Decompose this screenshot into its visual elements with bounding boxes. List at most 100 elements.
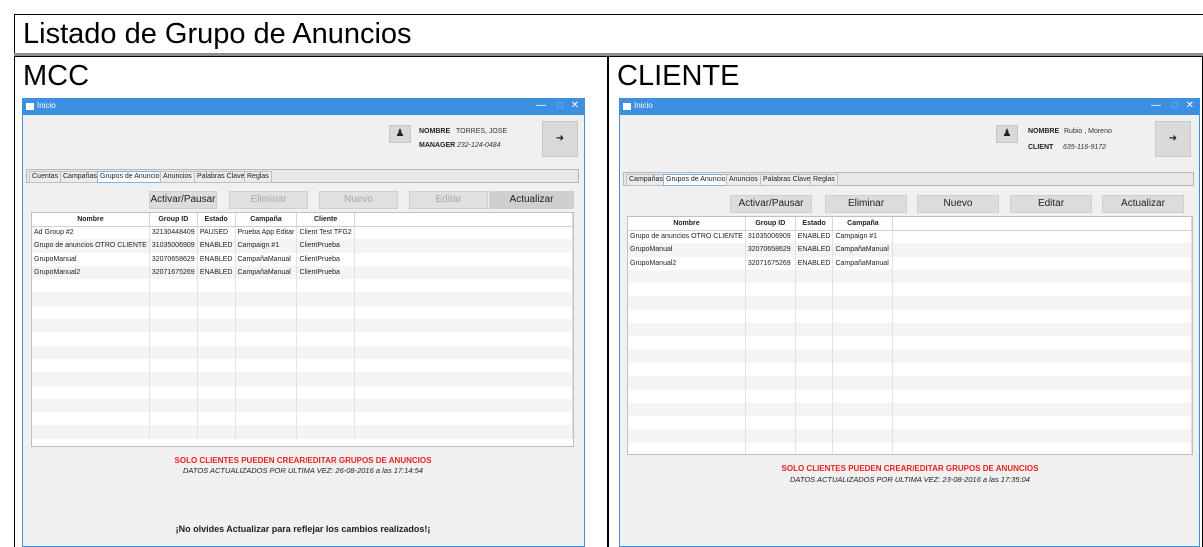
empty-row xyxy=(628,389,1192,403)
table-cell xyxy=(745,309,796,324)
tab-grupos-de-anuncios[interactable]: Grupos de Anuncios xyxy=(663,174,733,186)
tab-anuncios[interactable]: Anuncios xyxy=(726,174,761,186)
table-row[interactable]: GrupoManual2 32071675269 ENABLED CampañaMan… xyxy=(628,256,1192,270)
table-cell xyxy=(32,398,150,413)
table-row[interactable]: Grupo de anuncios OTRO CLIENTE 3103500690… xyxy=(628,230,1192,244)
empty-row xyxy=(32,358,573,373)
user-icon[interactable]: ♟ xyxy=(389,125,411,143)
column-header[interactable]: Group ID xyxy=(149,213,198,227)
tab-reglas[interactable]: Reglas xyxy=(810,174,838,186)
table-cell: ClientPrueba xyxy=(296,265,355,280)
table-cell xyxy=(745,323,796,337)
minimize-icon[interactable]: — xyxy=(1151,100,1161,111)
column-header[interactable]: Campaña xyxy=(235,213,298,227)
tab-grupos-de-anuncios[interactable]: Grupos de Anuncios xyxy=(97,171,167,183)
table-cell xyxy=(354,252,573,266)
column-header[interactable]: Nombre xyxy=(628,217,746,231)
mcc-window: Inicio — □ ✕ ♟ NOMBRE TORRES, JOSE MANAG… xyxy=(22,98,585,547)
tab-reglas[interactable]: Reglas xyxy=(244,171,272,183)
tab-cuentas[interactable]: Cuentas xyxy=(29,171,62,183)
table-cell: Prueba App Editar xyxy=(235,226,298,240)
table-cell xyxy=(296,372,355,386)
tab-campanas[interactable]: Campañas xyxy=(60,171,100,183)
table-cell xyxy=(296,332,355,346)
table-row[interactable]: GrupoManual 32070658629 ENABLED CampañaManu… xyxy=(32,252,573,266)
table-cell xyxy=(628,323,746,337)
table-cell xyxy=(296,279,355,293)
refresh-button[interactable]: Actualizar xyxy=(1102,195,1184,213)
column-header[interactable]: Cliente xyxy=(296,213,355,227)
table-cell xyxy=(296,305,355,320)
delete-button[interactable]: Eliminar xyxy=(825,195,907,213)
column-header[interactable]: Nombre xyxy=(32,213,150,227)
table-cell xyxy=(892,243,1192,257)
user-icon[interactable]: ♟ xyxy=(996,125,1018,143)
empty-row xyxy=(628,376,1192,390)
table-cell xyxy=(745,283,796,297)
column-header[interactable]: Group ID xyxy=(745,217,796,231)
toggle-button[interactable]: Activar/Pausar xyxy=(149,191,217,209)
empty-row xyxy=(628,309,1192,324)
mcc-table: Nombre Group ID Estado Campaña Cliente Ad Gr… xyxy=(32,213,573,439)
new-button[interactable]: Nuevo xyxy=(319,191,398,209)
table-cell xyxy=(197,279,236,293)
table-cell: GrupoManual2 xyxy=(32,265,150,280)
edit-button[interactable]: Editar xyxy=(409,191,488,209)
table-cell xyxy=(892,296,1192,310)
delete-button[interactable]: Eliminar xyxy=(229,191,308,209)
table-cell xyxy=(892,309,1192,324)
table-cell: CampañaManual xyxy=(832,243,894,257)
cliente-warning: SOLO CLIENTES PUEDEN CREAR/EDITAR GRUPOS… xyxy=(781,464,1039,473)
logout-icon[interactable]: ➜ xyxy=(1155,121,1191,157)
minimize-icon[interactable]: — xyxy=(536,100,546,111)
table-cell xyxy=(795,349,834,363)
close-icon[interactable]: ✕ xyxy=(1186,100,1194,111)
table-cell: GrupoManual xyxy=(32,252,150,266)
table-cell xyxy=(32,425,150,439)
table-cell xyxy=(745,416,796,430)
table-cell xyxy=(32,372,150,386)
table-cell xyxy=(32,279,150,293)
refresh-button[interactable]: Actualizar xyxy=(489,191,574,209)
table-row[interactable]: Ad Group #2 32130448409 PAUSED Prueba App E… xyxy=(32,226,573,240)
tab-anuncios[interactable]: Anuncios xyxy=(160,171,195,183)
table-cell xyxy=(197,372,236,386)
empty-row xyxy=(32,398,573,413)
table-cell xyxy=(745,296,796,310)
mcc-window-titlebar[interactable]: Inicio — □ ✕ xyxy=(23,99,584,115)
table-cell xyxy=(795,416,834,430)
role-label: CLIENT xyxy=(1028,144,1054,151)
toggle-button[interactable]: Activar/Pausar xyxy=(730,195,812,213)
cliente-window-titlebar[interactable]: Inicio — □ ✕ xyxy=(620,99,1199,115)
table-row[interactable]: GrupoManual2 32071675269 ENABLED CampañaMan… xyxy=(32,265,573,280)
table-cell xyxy=(832,336,894,350)
cliente-table: Nombre Group ID Estado Campaña Grupo de anu… xyxy=(628,217,1192,454)
tab-palabras-clave[interactable]: Palabras Clave xyxy=(760,174,814,186)
table-row[interactable]: GrupoManual 32070658629 ENABLED CampañaManu… xyxy=(628,243,1192,257)
maximize-icon[interactable]: □ xyxy=(558,100,563,110)
user-name: TORRES, JOSE xyxy=(456,128,508,135)
column-header[interactable]: Estado xyxy=(197,213,236,227)
column-header[interactable]: Campaña xyxy=(832,217,894,231)
logout-icon[interactable]: ➜ xyxy=(542,121,578,157)
column-header[interactable]: Estado xyxy=(795,217,834,231)
table-cell xyxy=(628,376,746,390)
tab-palabras-clave[interactable]: Palabras Clave xyxy=(194,171,248,183)
table-cell xyxy=(354,292,573,306)
table-cell xyxy=(795,429,834,443)
table-cell xyxy=(197,332,236,346)
table-cell: Campaign #1 xyxy=(235,239,298,253)
name-label: NOMBRE xyxy=(1028,128,1060,135)
new-button[interactable]: Nuevo xyxy=(917,195,999,213)
edit-button[interactable]: Editar xyxy=(1010,195,1092,213)
close-icon[interactable]: ✕ xyxy=(571,100,579,111)
cliente-adgroups-table: Nombre Group ID Estado Campaña Grupo de anu… xyxy=(627,216,1193,455)
table-cell xyxy=(832,429,894,443)
tab-campanas[interactable]: Campañas xyxy=(626,174,666,186)
table-cell xyxy=(892,323,1192,337)
table-row[interactable]: Grupo de anuncios OTRO CLIENTE 3103500690… xyxy=(32,239,573,253)
table-cell xyxy=(235,425,298,439)
table-cell xyxy=(197,425,236,439)
maximize-icon[interactable]: □ xyxy=(1173,100,1178,110)
empty-row xyxy=(628,402,1192,417)
